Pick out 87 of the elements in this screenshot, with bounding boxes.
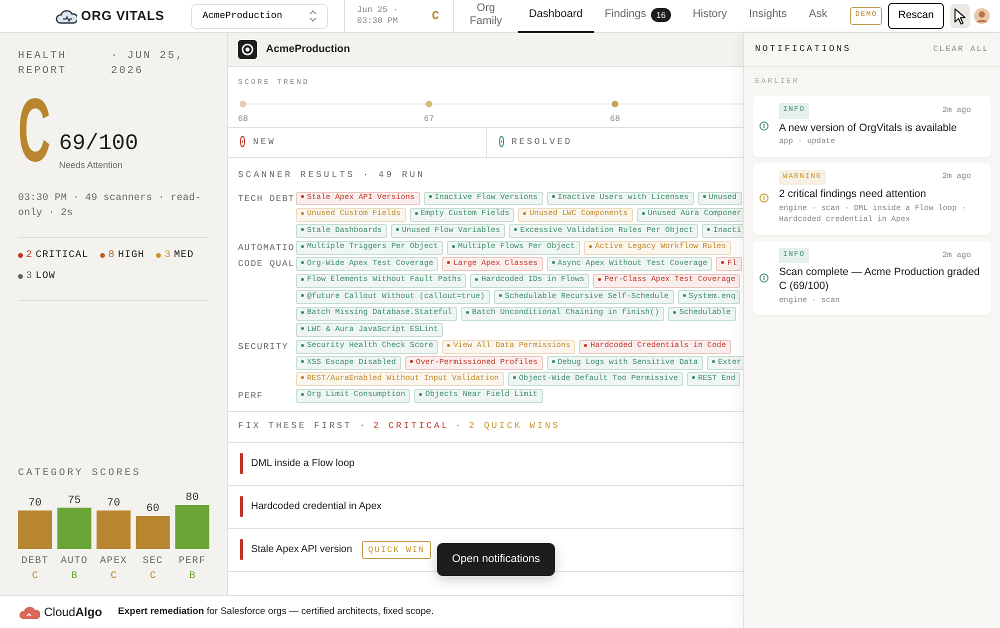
report-title: HEALTH REPORT bbox=[18, 49, 68, 78]
count-badge: 16 bbox=[651, 8, 671, 22]
severity-count: 3 bbox=[164, 249, 172, 264]
notification-time: 2m ago bbox=[942, 250, 971, 262]
scan-time: Jun 25 · 03:30 PM bbox=[357, 4, 399, 28]
category-label: SECURITY bbox=[238, 340, 290, 354]
notifications-button[interactable] bbox=[950, 4, 970, 28]
category-grade: C bbox=[150, 571, 156, 581]
chevron-icon bbox=[309, 10, 318, 22]
score-value: 69/100 bbox=[59, 132, 138, 155]
notification-title: A new version of OrgVitals is available bbox=[779, 122, 958, 136]
panel-title: NOTIFICATIONS bbox=[755, 42, 852, 56]
category-label: PERF bbox=[178, 556, 206, 567]
category-grade: C bbox=[32, 571, 38, 581]
target-icon bbox=[238, 40, 257, 59]
section-title: · bbox=[455, 420, 463, 434]
category-grade: B bbox=[71, 571, 78, 581]
chart-title: CATEGORY SCORES bbox=[18, 467, 142, 481]
brand-name: CloudAlgo bbox=[44, 604, 102, 621]
trend-point bbox=[612, 100, 618, 108]
section-title: 2 CRITICAL bbox=[373, 420, 450, 434]
nav-tab[interactable]: Org Family bbox=[454, 0, 518, 32]
category-label: AUTO bbox=[60, 556, 88, 567]
cursor-icon bbox=[953, 8, 968, 24]
stat-label: NEW bbox=[253, 136, 276, 149]
bar-value: 70 bbox=[107, 498, 120, 510]
category-label: DEBT bbox=[21, 556, 49, 567]
severity-label: MED bbox=[174, 249, 194, 264]
category-label: AUTOMATIO bbox=[238, 242, 296, 255]
trend-value: 68 bbox=[238, 114, 248, 124]
stat-count: 0 bbox=[498, 135, 504, 150]
trend-point bbox=[240, 100, 246, 108]
severity-count: 3 bbox=[26, 270, 33, 284]
score-bar bbox=[96, 510, 131, 549]
category-label: CODE QUAL bbox=[238, 258, 296, 272]
bar-value: 70 bbox=[28, 498, 42, 510]
trend-value: 68 bbox=[610, 114, 620, 124]
bar-value: 75 bbox=[68, 494, 81, 507]
category-grade: B bbox=[189, 571, 196, 581]
bar-value: 60 bbox=[146, 503, 160, 515]
score-status: Needs Attention bbox=[59, 158, 124, 172]
severity-count: 2 bbox=[26, 249, 33, 264]
section-title: FIX THESE FIRST · bbox=[238, 420, 368, 434]
logo-text: ORG VITALS bbox=[81, 7, 164, 26]
nav-tab[interactable]: History bbox=[682, 0, 738, 32]
category-label: PERF bbox=[238, 390, 264, 403]
stat-count: 0 bbox=[239, 135, 246, 150]
nav-tab[interactable]: Insights bbox=[738, 0, 798, 32]
cloud-icon bbox=[55, 8, 77, 24]
notification-title: 2 critical findings need attention bbox=[779, 188, 928, 202]
severity-label: CRITICAL bbox=[36, 249, 88, 264]
score-bar bbox=[175, 505, 210, 549]
notification-time: 2m ago bbox=[942, 171, 971, 184]
category-label: TECH DEBT bbox=[238, 192, 296, 206]
report-date: · JUN 25, 2026 bbox=[111, 49, 185, 78]
finding-row[interactable]: DML inside a Flow loop bbox=[228, 442, 743, 486]
stat-label: RESOLVED bbox=[512, 136, 572, 149]
quick-win-badge: QUICK WIN bbox=[362, 540, 431, 560]
notification-title: Scan complete — Acme Production graded C (69/100) bbox=[779, 266, 981, 294]
section-title: SCANNER RESULTS · 49 RUN bbox=[238, 169, 426, 182]
rescan-button[interactable]: Rescan bbox=[888, 3, 944, 29]
grade-label: C bbox=[432, 8, 440, 25]
category-label: SEC bbox=[142, 556, 164, 567]
notification-time: 2m ago bbox=[942, 104, 971, 117]
clear-all-button[interactable]: CLEAR ALL bbox=[933, 44, 989, 56]
grade-letter: C bbox=[18, 86, 50, 176]
score-bar bbox=[57, 508, 92, 549]
category-grade: C bbox=[110, 571, 117, 581]
score-bar bbox=[18, 510, 52, 549]
severity-label: HIGH bbox=[118, 249, 144, 264]
severity-count: 8 bbox=[108, 249, 116, 264]
avatar bbox=[974, 6, 990, 26]
tooltip: Open notifications bbox=[437, 543, 556, 576]
nav-tab[interactable]: Ask bbox=[798, 0, 838, 32]
footer-text: Expert remediation for Salesforce orgs — certified architects, fixed scope. bbox=[118, 604, 434, 619]
severity-label: LOW bbox=[36, 270, 56, 284]
category-label: APEX bbox=[100, 556, 128, 567]
score-bar bbox=[136, 516, 170, 549]
nav-tab[interactable]: Findings 16 bbox=[594, 0, 682, 32]
bar-value: 80 bbox=[186, 492, 199, 504]
org-name: AcmeProduction bbox=[266, 42, 350, 57]
trend-point bbox=[426, 100, 432, 108]
finding-row[interactable]: Hardcoded credential in Apex bbox=[228, 486, 743, 529]
trend-value: 67 bbox=[424, 114, 434, 124]
section-title: 2 QUICK WINS bbox=[468, 420, 560, 434]
scan-meta: 03:30 PM · 49 scanners · read-only · 2s bbox=[18, 192, 202, 221]
org-select[interactable]: AcmeProduction bbox=[191, 4, 328, 28]
